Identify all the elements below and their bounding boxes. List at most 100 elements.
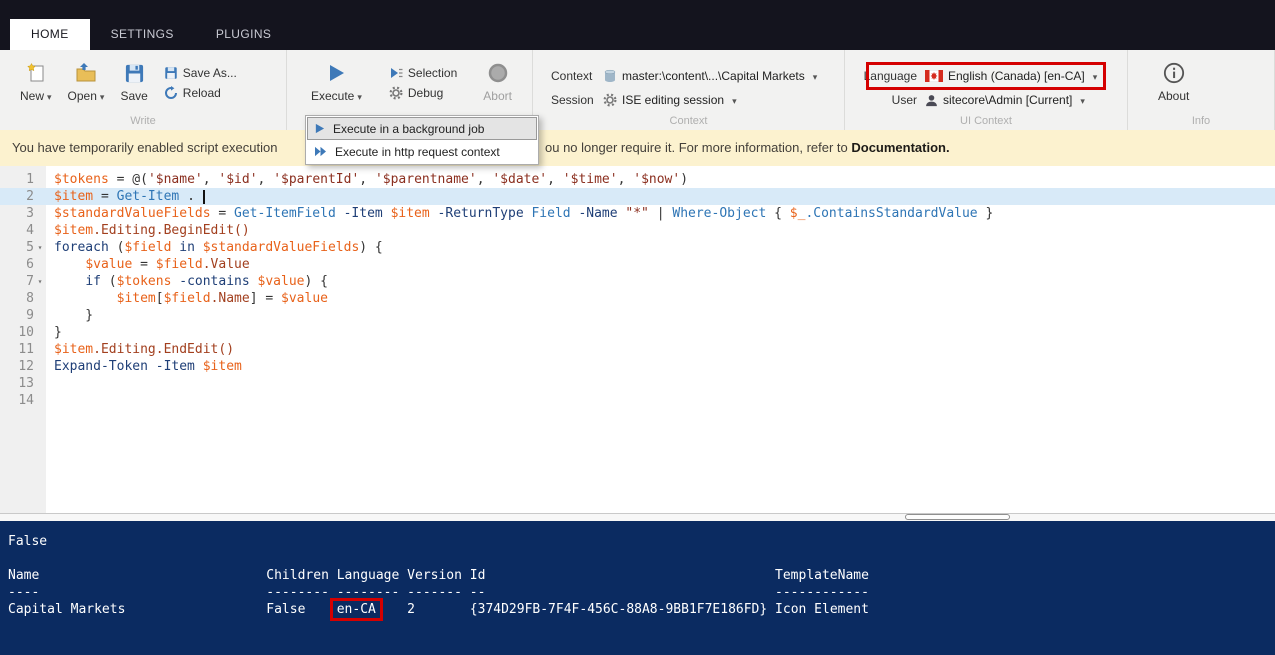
horizontal-scrollbar[interactable] — [0, 513, 1275, 521]
code-line-3[interactable]: 3$standardValueFields = Get-ItemField -I… — [0, 205, 1275, 222]
open-icon — [75, 60, 97, 86]
code-line-14[interactable]: 14 — [0, 392, 1275, 409]
code-line-13[interactable]: 13 — [0, 375, 1275, 392]
session-value: ISE editing session — [622, 93, 724, 107]
code-line-9[interactable]: 9 } — [0, 307, 1275, 324]
line-number: 1 — [26, 171, 34, 188]
console-output: False Name Children Language Version Id … — [0, 521, 1275, 655]
chevron-down-icon — [97, 89, 105, 103]
code-line-1[interactable]: 1$tokens = @('$name', '$id', '$parentId'… — [0, 171, 1275, 188]
abort-icon — [487, 60, 509, 86]
line-number-gutter: 6 — [0, 256, 46, 273]
code-line-12[interactable]: 12Expand-Token -Item $item — [0, 358, 1275, 375]
line-number: 9 — [26, 307, 34, 324]
group-label-context: Context — [533, 115, 844, 127]
console-row-pre: Capital Markets False — [8, 602, 337, 617]
code-line-5[interactable]: 5▾foreach ($field in $standardValueField… — [0, 239, 1275, 256]
text-cursor — [203, 190, 205, 204]
play-icon — [314, 123, 325, 134]
code-text: $item[$field.Name] = $value — [46, 290, 328, 307]
canada-flag-icon — [925, 70, 943, 82]
context-value: master:\content\...\Capital Markets — [622, 69, 805, 83]
code-line-4[interactable]: 4$item.Editing.BeginEdit() — [0, 222, 1275, 239]
chevron-down-icon — [810, 69, 818, 83]
tab-plugins[interactable]: PLUGINS — [195, 19, 292, 50]
code-text — [46, 375, 54, 392]
line-number-gutter: 11 — [0, 341, 46, 358]
chevron-down-icon — [1077, 93, 1085, 107]
console-table-row: Capital Markets False en-CA 2 {374D29FB-… — [8, 601, 1267, 618]
user-dropdown[interactable]: sitecore\Admin [Current] — [925, 93, 1085, 107]
save-button[interactable]: Save — [112, 58, 155, 105]
code-line-11[interactable]: 11 $item.Editing.EndEdit() — [0, 341, 1275, 358]
open-button[interactable]: Open — [60, 58, 113, 105]
line-number: 13 — [18, 375, 34, 392]
selection-button[interactable]: Selection — [389, 66, 457, 80]
execute-dropdown-menu: Execute in a background job Execute in h… — [305, 115, 539, 165]
user-icon — [925, 94, 938, 107]
database-icon — [603, 69, 617, 83]
code-line-6[interactable]: 6 $value = $field.Value — [0, 256, 1275, 273]
debug-button[interactable]: Debug — [389, 86, 457, 100]
code-line-2[interactable]: 2$item = Get-Item . — [0, 188, 1275, 205]
about-button[interactable]: About — [1150, 58, 1197, 105]
code-line-8[interactable]: 8 $item[$field.Name] = $value — [0, 290, 1275, 307]
ribbon-group-context: Context master:\content\...\Capital Mark… — [533, 50, 845, 130]
info-icon — [1163, 60, 1185, 86]
save-icon — [124, 60, 145, 86]
abort-button[interactable]: Abort — [475, 58, 520, 105]
code-line-10[interactable]: 10} — [0, 324, 1275, 341]
line-number-gutter: 12 — [0, 358, 46, 375]
new-button[interactable]: New — [12, 58, 60, 105]
save-as-button[interactable]: Save As... — [164, 66, 237, 80]
menu-item-execute-background-job[interactable]: Execute in a background job — [307, 117, 537, 140]
line-number: 11 — [18, 341, 34, 358]
horizontal-scrollbar-thumb[interactable] — [905, 514, 1010, 520]
console-result-line: False — [8, 533, 1267, 550]
line-number: 6 — [26, 256, 34, 273]
session-label: Session — [551, 93, 603, 107]
line-number-gutter: 1 — [0, 171, 46, 188]
reload-button[interactable]: Reload — [164, 86, 237, 100]
abort-label: Abort — [483, 89, 512, 103]
banner-text-right-fragment: ou no longer require it. For more inform… — [545, 140, 851, 155]
line-number: 10 — [18, 324, 34, 341]
documentation-link[interactable]: Documentation. — [851, 140, 949, 155]
banner-text-left: You have temporarily enabled script exec… — [12, 140, 277, 155]
ribbon-group-write: New Open Save Save As... — [0, 50, 287, 130]
reload-label: Reload — [183, 86, 221, 100]
fold-marker-icon[interactable]: ▾ — [34, 273, 46, 290]
code-lines-container: 1$tokens = @('$name', '$id', '$parentId'… — [0, 171, 1275, 409]
line-number-gutter: 2 — [0, 188, 46, 205]
banner-text-right: ou no longer require it. For more inform… — [545, 140, 950, 155]
tab-settings[interactable]: SETTINGS — [90, 19, 195, 50]
menu-item-label: Execute in a background job — [333, 122, 484, 136]
context-label: Context — [551, 69, 603, 83]
line-number-gutter: 7▾ — [0, 273, 46, 290]
save-as-label: Save As... — [183, 66, 237, 80]
context-dropdown[interactable]: master:\content\...\Capital Markets — [603, 69, 817, 83]
line-number-gutter: 9 — [0, 307, 46, 324]
powershell-ise-window: HOME SETTINGS PLUGINS New Open — [0, 0, 1275, 655]
code-line-7[interactable]: 7▾ if ($tokens -contains $value) { — [0, 273, 1275, 290]
line-number: 2 — [26, 188, 34, 205]
language-label: Language — [859, 69, 917, 83]
code-text: $item.Editing.BeginEdit() — [46, 222, 250, 239]
code-text: $item.Editing.EndEdit() — [46, 341, 234, 358]
ribbon-tab-bar: HOME SETTINGS PLUGINS — [0, 0, 1275, 50]
language-dropdown[interactable]: English (Canada) [en-CA] — [925, 69, 1097, 83]
ribbon-group-info: About Info — [1128, 50, 1275, 130]
line-number: 3 — [26, 205, 34, 222]
line-number: 14 — [18, 392, 34, 409]
code-editor[interactable]: 1$tokens = @('$name', '$id', '$parentId'… — [0, 166, 1275, 513]
menu-item-execute-http-request[interactable]: Execute in http request context — [307, 140, 537, 163]
execute-button[interactable]: Execute — [303, 58, 370, 105]
line-number-gutter: 14 — [0, 392, 46, 409]
user-label: User — [859, 93, 917, 107]
session-dropdown[interactable]: ISE editing session — [603, 93, 737, 107]
line-number-gutter: 5▾ — [0, 239, 46, 256]
fold-marker-icon[interactable]: ▾ — [34, 239, 46, 256]
save-label: Save — [120, 89, 147, 103]
console-row-post: 2 {374D29FB-7F4F-456C-88A8-9BB1F7E186FD}… — [376, 602, 869, 617]
tab-home[interactable]: HOME — [10, 19, 90, 50]
